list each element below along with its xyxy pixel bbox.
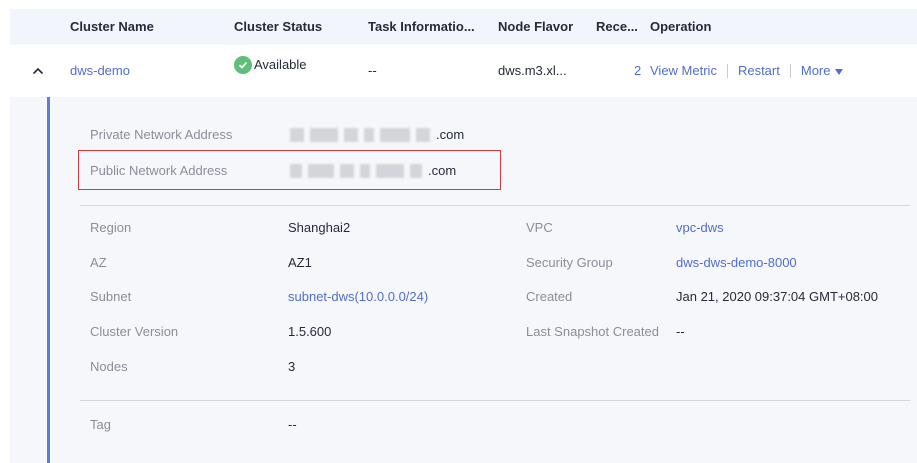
vpc-label: VPC: [526, 220, 553, 235]
cluster-name-link[interactable]: dws-demo: [70, 45, 130, 97]
nodes-value: 3: [288, 359, 296, 374]
node-flavor: dws.m3.xl...: [498, 63, 567, 78]
operation-cell: View Metric Restart More: [650, 45, 844, 97]
column-header-cluster-status[interactable]: Cluster Status: [234, 9, 354, 45]
last-snapshot-value: --: [676, 324, 685, 339]
security-group-label: Security Group: [526, 255, 613, 270]
az-value: AZ1: [288, 255, 312, 270]
task-information: --: [368, 63, 377, 78]
cluster-status: Available: [234, 45, 307, 97]
cluster-version-value: 1.5.600: [288, 324, 332, 339]
status-text: Available: [254, 57, 307, 72]
more-label: More: [800, 63, 831, 78]
nodes-label: Nodes: [90, 359, 128, 374]
private-network-address-label: Private Network Address: [90, 127, 233, 142]
recent-events-count[interactable]: 2: [634, 45, 641, 97]
private-network-address-suffix: .com: [436, 127, 465, 142]
more-dropdown[interactable]: More: [801, 45, 844, 97]
az-label: AZ: [90, 255, 107, 270]
column-header-recent[interactable]: Rece...: [596, 9, 642, 45]
vpc-link[interactable]: vpc-dws: [676, 220, 724, 235]
section-divider: [80, 400, 910, 401]
tag-value: --: [288, 417, 297, 432]
region-value: Shanghai2: [288, 220, 351, 235]
public-network-address-value: .com: [290, 163, 456, 178]
cluster-version-label: Cluster Version: [90, 324, 179, 339]
divider: [726, 64, 728, 78]
section-divider: [80, 205, 910, 206]
last-snapshot-label: Last Snapshot Created: [526, 324, 659, 339]
subnet-link[interactable]: subnet-dws(10.0.0.0/24): [288, 289, 428, 304]
security-group-link[interactable]: dws-dws-demo-8000: [676, 255, 797, 270]
caret-down-icon: [835, 68, 844, 75]
subnet-label: Subnet: [90, 289, 132, 304]
table-row: dws-demo Available -- dws.m3.xl... 2 Vie…: [10, 45, 917, 97]
column-header-cluster-name[interactable]: Cluster Name: [70, 9, 210, 45]
tag-label: Tag: [90, 417, 111, 432]
divider: [789, 64, 791, 78]
created-label: Created: [526, 289, 573, 304]
public-network-address-label: Public Network Address: [90, 163, 228, 178]
chevron-up-icon[interactable]: [32, 65, 44, 77]
public-network-address-suffix: .com: [428, 163, 457, 178]
private-network-address-value: .com: [290, 127, 464, 142]
restart-link[interactable]: Restart: [738, 45, 780, 97]
check-circle-icon: [234, 56, 252, 74]
table-header: Cluster Name Cluster Status Task Informa…: [10, 9, 917, 45]
detail-accent-bar: [47, 97, 50, 463]
column-header-node-flavor[interactable]: Node Flavor: [498, 9, 588, 45]
column-header-task-information[interactable]: Task Informatio...: [368, 9, 484, 45]
region-label: Region: [90, 220, 132, 235]
column-header-operation: Operation: [650, 19, 712, 34]
view-metric-link[interactable]: View Metric: [650, 45, 717, 97]
created-value: Jan 21, 2020 09:37:04 GMT+08:00: [676, 289, 879, 304]
